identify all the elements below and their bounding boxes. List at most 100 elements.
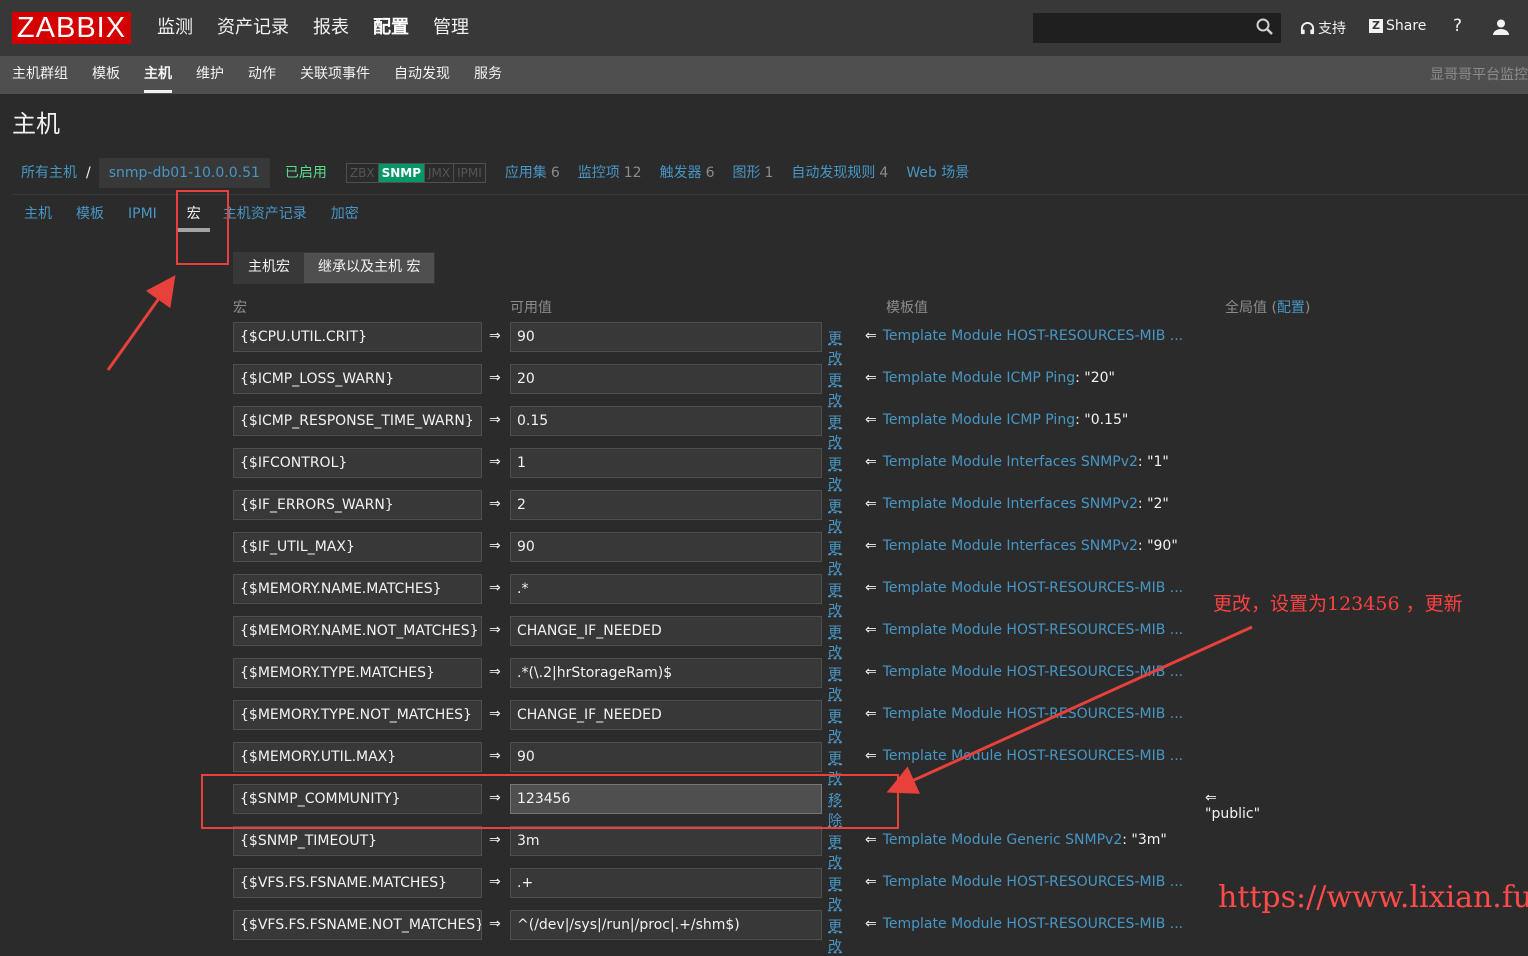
template-link[interactable]: Template Module Interfaces SNMPv2 (883, 496, 1138, 512)
template-link[interactable]: Template Module HOST-RESOURCES-MIB ... (883, 580, 1183, 596)
submenu-actions[interactable]: 动作 (236, 56, 288, 94)
share-link[interactable]: Z Share (1369, 18, 1426, 34)
template-link[interactable]: Template Module HOST-RESOURCES-MIB ... (883, 916, 1183, 932)
macro-value-field[interactable]: 20 (510, 364, 822, 394)
macro-name-field[interactable]: {$MEMORY.TYPE.MATCHES} (233, 658, 482, 688)
template-value: ⇐ Template Module HOST-RESOURCES-MIB ... (865, 706, 1183, 722)
change-button[interactable]: 更改 (828, 454, 842, 494)
macro-value-field[interactable]: .* (510, 574, 822, 604)
change-button[interactable]: 更改 (828, 664, 842, 704)
host-macros-option[interactable]: 主机宏 (234, 253, 304, 283)
template-link[interactable]: Template Module HOST-RESOURCES-MIB ... (883, 622, 1183, 638)
template-link[interactable]: Template Module HOST-RESOURCES-MIB ... (883, 706, 1183, 722)
template-link[interactable]: Template Module Generic SNMPv2 (883, 832, 1123, 848)
main-menu-inventory[interactable]: 资产记录 (205, 0, 301, 56)
macro-name-field[interactable]: {$IF_UTIL_MAX} (233, 532, 482, 562)
headset-icon (1300, 21, 1315, 34)
macro-name-field[interactable]: {$ICMP_LOSS_WARN} (233, 364, 482, 394)
submenu-event-correlation[interactable]: 关联项事件 (288, 56, 382, 94)
change-button[interactable]: 更改 (828, 874, 842, 914)
main-menu-administration[interactable]: 管理 (421, 0, 481, 56)
macro-name-field[interactable]: {$VFS.FS.FSNAME.MATCHES} (233, 868, 482, 898)
template-link[interactable]: Template Module Interfaces SNMPv2 (883, 454, 1138, 470)
tab-host[interactable]: 主机 (12, 195, 64, 235)
change-button[interactable]: 更改 (828, 412, 842, 452)
macro-value-field[interactable]: 90 (510, 742, 822, 772)
inherit-arrow-icon: ⇐ (865, 370, 877, 386)
tab-templates[interactable]: 模板 (64, 195, 116, 235)
user-profile-icon[interactable] (1492, 18, 1510, 36)
submenu-host-groups[interactable]: 主机群组 (0, 56, 80, 94)
macro-value-field[interactable]: CHANGE_IF_NEEDED (510, 616, 822, 646)
inherited-and-host-macros-option[interactable]: 继承以及主机 宏 (304, 253, 435, 283)
change-button[interactable]: 更改 (828, 496, 842, 536)
tab-ipmi[interactable]: IPMI (116, 195, 169, 235)
search-input[interactable] (1033, 13, 1281, 43)
template-link[interactable]: Template Module ICMP Ping (883, 412, 1075, 428)
discovery-rules-link[interactable]: 自动发现规则 (791, 165, 875, 181)
template-link[interactable]: Template Module HOST-RESOURCES-MIB ... (883, 748, 1183, 764)
change-button[interactable]: 更改 (828, 580, 842, 620)
macro-name-field[interactable]: {$IF_ERRORS_WARN} (233, 490, 482, 520)
template-link[interactable]: Template Module ICMP Ping (883, 370, 1075, 386)
tab-inventory[interactable]: 主机资产记录 (219, 195, 319, 235)
triggers-link[interactable]: 触发器 (660, 165, 702, 181)
change-button[interactable]: 更改 (828, 370, 842, 410)
macro-value-field[interactable]: 3m (510, 826, 822, 856)
search-icon[interactable] (1256, 18, 1274, 36)
graphs-link[interactable]: 图形 (732, 165, 760, 181)
template-link[interactable]: Template Module Interfaces SNMPv2 (883, 538, 1138, 554)
macro-name-field[interactable]: {$CPU.UTIL.CRIT} (233, 322, 482, 352)
template-link[interactable]: Template Module HOST-RESOURCES-MIB ... (883, 874, 1183, 890)
macro-name-field[interactable]: {$IFCONTROL} (233, 448, 482, 478)
macro-value-field[interactable]: ^(/dev|/sys|/run|/proc|.+/shm$) (510, 910, 822, 940)
macro-value-field[interactable]: 2 (510, 490, 822, 520)
macro-value-field[interactable]: 90 (510, 322, 822, 352)
submenu-templates[interactable]: 模板 (80, 56, 132, 94)
host-status-enabled[interactable]: 已启用 (276, 159, 336, 187)
tab-encryption[interactable]: 加密 (319, 195, 371, 235)
applications-link[interactable]: 应用集 (505, 165, 547, 181)
macro-value-field[interactable]: 90 (510, 532, 822, 562)
inherit-arrow-icon: ⇐ (865, 874, 877, 890)
main-menu-reports[interactable]: 报表 (301, 0, 361, 56)
breadcrumb-host[interactable]: snmp-db01-10.0.0.51 (98, 158, 270, 188)
web-scenarios-link[interactable]: Web 场景 (906, 165, 969, 181)
macro-value-field[interactable]: 0.15 (510, 406, 822, 436)
change-button[interactable]: 更改 (828, 832, 842, 872)
submenu-maintenance[interactable]: 维护 (184, 56, 236, 94)
main-menu-monitoring[interactable]: 监测 (145, 0, 205, 56)
support-link[interactable]: 支持 (1300, 18, 1346, 38)
global-config-link[interactable]: 配置 (1277, 300, 1305, 316)
macro-name-field[interactable]: {$SNMP_TIMEOUT} (233, 826, 482, 856)
macro-name-field[interactable]: {$MEMORY.TYPE.NOT_MATCHES} (233, 700, 482, 730)
macro-name-field[interactable]: {$MEMORY.UTIL.MAX} (233, 742, 482, 772)
template-link[interactable]: Template Module HOST-RESOURCES-MIB ... (883, 664, 1183, 680)
macro-value-field[interactable]: .+ (510, 868, 822, 898)
submenu-discovery[interactable]: 自动发现 (382, 56, 462, 94)
main-menu-configuration[interactable]: 配置 (361, 0, 421, 56)
help-button[interactable]: ? (1453, 16, 1462, 36)
change-button[interactable]: 更改 (828, 538, 842, 578)
change-button[interactable]: 更改 (828, 622, 842, 662)
submenu-services[interactable]: 服务 (462, 56, 514, 94)
macro-value-field[interactable]: .*(\.2|hrStorageRam)$ (510, 658, 822, 688)
macro-name-field[interactable]: {$ICMP_RESPONSE_TIME_WARN} (233, 406, 482, 436)
items-link[interactable]: 监控项 (578, 165, 620, 181)
macro-name-field[interactable]: {$MEMORY.NAME.NOT_MATCHES} (233, 616, 482, 646)
arrow-icon: ⇒ (489, 412, 501, 428)
macro-value-field[interactable]: CHANGE_IF_NEEDED (510, 700, 822, 730)
zabbix-logo[interactable]: ZABBIX (12, 12, 131, 44)
inherit-arrow-icon: ⇐ (865, 496, 877, 512)
macro-name-field[interactable]: {$MEMORY.NAME.MATCHES} (233, 574, 482, 604)
change-button[interactable]: 更改 (828, 706, 842, 746)
change-button[interactable]: 更改 (828, 328, 842, 368)
change-button[interactable]: 更改 (828, 916, 842, 956)
availability-jmx: JMX (425, 164, 455, 182)
macro-name-field[interactable]: {$VFS.FS.FSNAME.NOT_MATCHES} (233, 910, 482, 940)
host-tabs-bar: 主机 模板 IPMI 宏 主机资产记录 加密 (12, 194, 1528, 236)
macro-value-field[interactable]: 1 (510, 448, 822, 478)
template-link[interactable]: Template Module HOST-RESOURCES-MIB ... (883, 328, 1183, 344)
submenu-hosts[interactable]: 主机 (132, 56, 184, 94)
breadcrumb-all-hosts[interactable]: 所有主机 (12, 159, 86, 187)
